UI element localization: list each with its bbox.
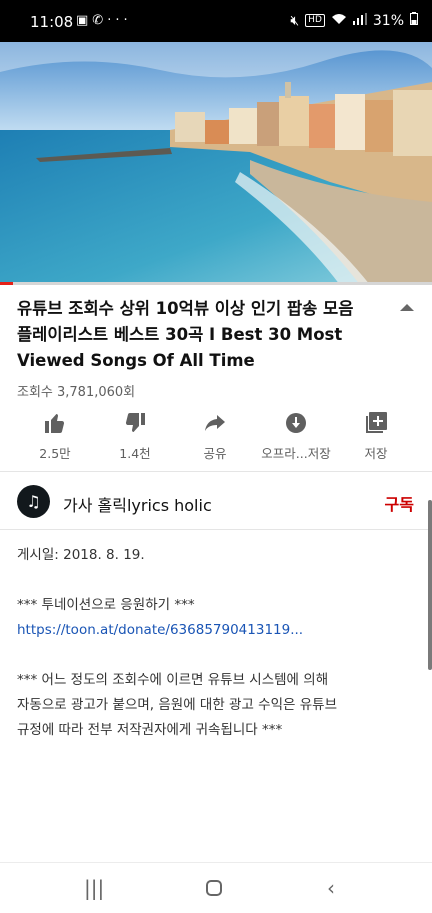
share-button[interactable]: 공유 [175, 409, 255, 462]
donate-link[interactable]: https://toon.at/donate/63685790413119... [17, 618, 417, 643]
thumbs-down-icon [95, 409, 175, 437]
battery-icon [410, 12, 418, 29]
download-icon [256, 409, 336, 437]
divider [0, 529, 432, 530]
subscribe-button[interactable]: 구독 [385, 491, 414, 515]
channel-name[interactable]: 가사 홀릭lyrics holic [63, 492, 212, 516]
gallery-icon: ▣ [76, 13, 93, 28]
dislike-count: 1.4천 [119, 446, 151, 461]
battery-percent: 31% [372, 12, 404, 29]
status-bar: 11:08 ▣✆··· 🔇︎ HD 31% [0, 0, 432, 42]
notice-line-2: 자동으로 광고가 붙으며, 음원에 대한 광고 수익은 유튜브 [17, 697, 337, 713]
dislike-button[interactable]: 1.4천 [95, 409, 175, 462]
status-time: 11:08 [30, 13, 74, 31]
channel-row[interactable]: ♫ 가사 홀릭lyrics holic 구독 [0, 473, 432, 529]
video-title: 유튜브 조회수 상위 10억뷰 이상 인기 팝송 모음 플레이리스트 베스트 3… [17, 299, 354, 370]
save-label: 저장 [364, 446, 388, 461]
notice-line-3: 규정에 따라 전부 저작권자에게 귀속됩니다 *** [17, 722, 283, 738]
save-to-playlist-button[interactable]: 저장 [336, 409, 416, 462]
status-right: 🔇︎ HD 31% [290, 12, 418, 29]
home-icon[interactable] [205, 878, 223, 902]
like-button[interactable]: 2.5만 [15, 409, 95, 462]
wifi-icon [331, 13, 347, 29]
share-label: 공유 [203, 446, 227, 461]
donate-heading: *** 투네이션으로 응원하기 *** [17, 597, 195, 613]
video-thumbnail [0, 42, 432, 285]
add-to-playlist-icon [336, 409, 416, 437]
expand-description-icon[interactable] [400, 304, 414, 311]
action-row: 2.5만 1.4천 공유 오프라...저장 저장 [0, 409, 432, 467]
mute-icon: 🔇︎ [290, 12, 300, 29]
back-icon[interactable]: ‹ [327, 876, 335, 900]
video-description: 게시일: 2018. 8. 19. *** 투네이션으로 응원하기 *** ht… [17, 543, 417, 743]
share-icon [175, 409, 255, 437]
system-nav-bar: ||| ‹ [0, 862, 432, 913]
divider [0, 471, 432, 472]
notice-line-1: *** 어느 정도의 조회수에 이르면 유튜브 시스템에 의해 [17, 672, 329, 688]
offline-save-label: 오프라...저장 [261, 446, 331, 461]
hd-voice-badge: HD [305, 14, 325, 27]
notification-icons: ▣✆··· [76, 13, 132, 28]
like-count: 2.5만 [39, 446, 71, 461]
video-progress-bar[interactable] [0, 282, 432, 285]
signal-icon [352, 12, 367, 29]
thumbs-up-icon [15, 409, 95, 437]
more-dots-icon: ··· [107, 13, 132, 28]
recent-apps-icon[interactable]: ||| [84, 876, 104, 900]
channel-avatar[interactable]: ♫ [17, 485, 50, 518]
offline-save-button[interactable]: 오프라...저장 [256, 409, 336, 462]
phone-icon: ✆ [92, 13, 108, 28]
video-player[interactable] [0, 42, 432, 285]
video-progress-fill [0, 282, 13, 285]
view-count: 조회수 3,781,060회 [17, 385, 136, 400]
publish-date: 게시일: 2018. 8. 19. [17, 547, 145, 563]
scrollbar[interactable] [428, 500, 432, 670]
